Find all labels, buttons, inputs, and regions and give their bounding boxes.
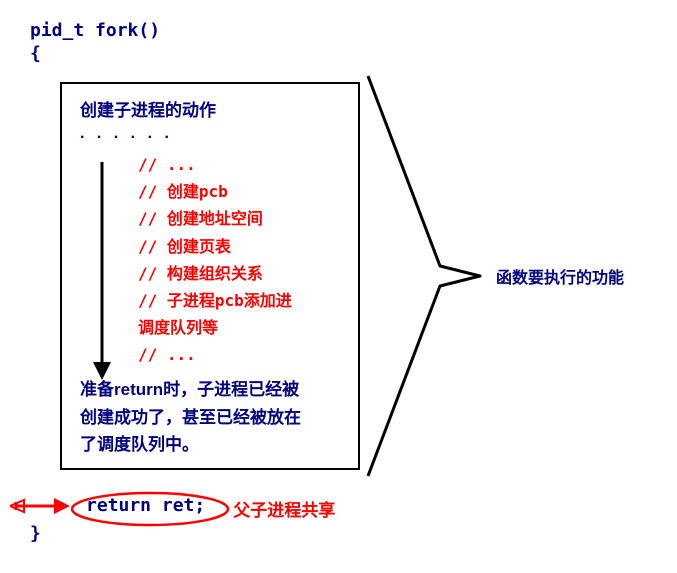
- down-arrow-icon: [90, 162, 114, 382]
- ready-text: 准备return时，子进程已经被 创建成功了，甚至已经被放在 了调度队列中。: [80, 376, 344, 458]
- return-row: return ret; 父子进程共享: [10, 490, 657, 521]
- comment-line: // 创建pcb: [138, 178, 344, 205]
- comment-line: // 创建地址空间: [138, 205, 344, 232]
- function-purpose-label: 函数要执行的功能: [496, 264, 624, 288]
- comment-line: 调度队列等: [138, 314, 344, 341]
- left-arrow-icon: [10, 493, 70, 519]
- ellipsis-dots: . . . . . .: [80, 125, 344, 143]
- comment-line: // 子进程pcb添加进: [138, 287, 344, 314]
- box-title: 创建子进程的动作: [80, 96, 344, 121]
- comment-line: // 创建页表: [138, 233, 344, 260]
- comment-block: // ... // 创建pcb // 创建地址空间 // 创建页表 // 构建组…: [138, 151, 344, 369]
- comment-line: // 构建组织关系: [138, 260, 344, 287]
- main-content-row: 创建子进程的动作 . . . . . . // ... // 创建pcb // …: [60, 66, 657, 486]
- shared-label: 父子进程共享: [233, 496, 335, 521]
- ready-text-line: 了调度队列中。: [80, 435, 199, 454]
- function-signature: pid_t fork(): [30, 20, 657, 41]
- return-statement-highlight: return ret;: [76, 495, 215, 516]
- brace-bracket-icon: [360, 66, 490, 486]
- right-annotation: 函数要执行的功能: [360, 66, 624, 486]
- comment-line: // ...: [138, 151, 344, 178]
- function-body-box: 创建子进程的动作 . . . . . . // ... // 创建pcb // …: [60, 82, 360, 470]
- ready-text-line: 创建成功了，甚至已经被放在: [80, 408, 301, 427]
- open-brace: {: [30, 43, 657, 64]
- return-statement: return ret;: [76, 493, 215, 518]
- ready-text-line: 准备return时，子进程已经被: [80, 380, 299, 399]
- comment-line: // ...: [138, 341, 344, 368]
